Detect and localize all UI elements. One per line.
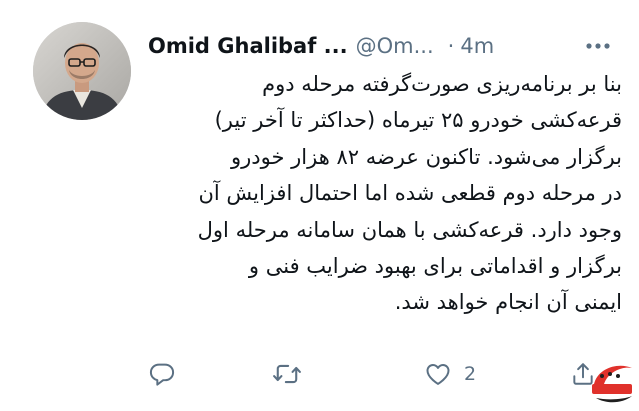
tweet-text: بنا بر برنامه‌ریزی صورت‌گرفته مرحله دوم … xyxy=(150,66,622,321)
tweet-header: Omid Ghalibaf ... @Om... · 4m xyxy=(148,28,618,64)
tweet-text-line: ایمنی آن انجام خواهد شد. xyxy=(394,290,622,315)
separator-dot: · xyxy=(447,34,455,58)
like-count: 2 xyxy=(464,363,477,385)
tweet-card[interactable]: Omid Ghalibaf ... @Om... · 4m بنا بر برن… xyxy=(0,0,639,411)
tweet-actions: 2 xyxy=(148,354,618,394)
reply-icon xyxy=(149,363,175,386)
retweet-icon xyxy=(273,364,301,384)
tweet-text-line: قرعه‌کشی خودرو ۲۵ تیرماه (حداکثر تا آخر … xyxy=(214,108,622,133)
watermark-logo xyxy=(588,354,636,406)
tweet-text-line: برگزار می‌شود. تاکنون عرضه ۸۲ هزار خودرو xyxy=(231,144,622,169)
more-options-button[interactable] xyxy=(578,32,618,60)
like-button[interactable]: 2 xyxy=(424,354,476,394)
heart-icon xyxy=(426,364,450,385)
more-horizontal-icon xyxy=(586,43,610,49)
avatar[interactable] xyxy=(33,22,131,120)
tweet-text-line: برگزار و اقداماتی برای بهبود ضرایب فنی و xyxy=(248,253,622,278)
reply-button[interactable] xyxy=(148,354,176,394)
author-name[interactable]: Omid Ghalibaf ... xyxy=(148,34,348,58)
avatar-photo xyxy=(33,22,131,120)
tweet-text-line: بنا بر برنامه‌ریزی صورت‌گرفته مرحله دوم xyxy=(262,72,622,96)
tweet-text-line: وجود دارد. قرعه‌کشی با همان سامانه مرحله… xyxy=(197,217,622,242)
tweet-text-line: در مرحله دوم قطعی شده اما احتمال افزایش … xyxy=(198,181,622,206)
watermark-logo-graphic xyxy=(592,365,632,403)
author-handle[interactable]: @Om... xyxy=(356,34,434,58)
timestamp[interactable]: 4m xyxy=(460,34,494,58)
retweet-button[interactable] xyxy=(272,354,302,394)
